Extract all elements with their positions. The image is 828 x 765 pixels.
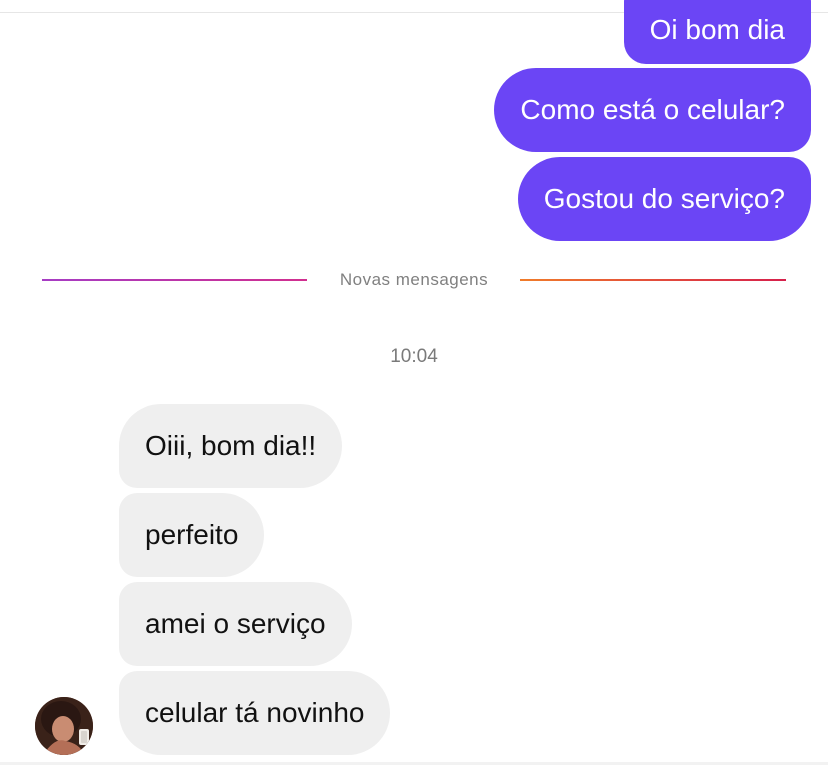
message-text: amei o serviço (145, 608, 326, 639)
received-message[interactable]: amei o serviço (119, 582, 352, 666)
received-message[interactable]: perfeito (119, 493, 265, 577)
received-message[interactable]: celular tá novinho (119, 671, 391, 755)
message-text: Gostou do serviço? (543, 183, 785, 214)
new-messages-divider: Novas mensagens (0, 266, 828, 294)
message-text: Oiii, bom dia!! (145, 430, 317, 461)
divider-line-right (520, 279, 786, 281)
received-message[interactable]: Oiii, bom dia!! (119, 404, 343, 488)
new-messages-label: Novas mensagens (339, 270, 489, 289)
message-timestamp: 10:04 (390, 346, 438, 367)
sent-message[interactable]: Gostou do serviço? (517, 157, 811, 241)
message-text: Como está o celular? (520, 94, 785, 125)
message-text: perfeito (145, 519, 239, 550)
sent-message[interactable]: Oi bom dia (623, 0, 811, 64)
avatar-image (35, 697, 93, 755)
message-text: celular tá novinho (145, 697, 365, 728)
sender-avatar[interactable] (35, 697, 93, 755)
sent-message[interactable]: Como está o celular? (494, 68, 811, 152)
divider-line-left (42, 279, 307, 281)
message-text: Oi bom dia (649, 14, 785, 45)
